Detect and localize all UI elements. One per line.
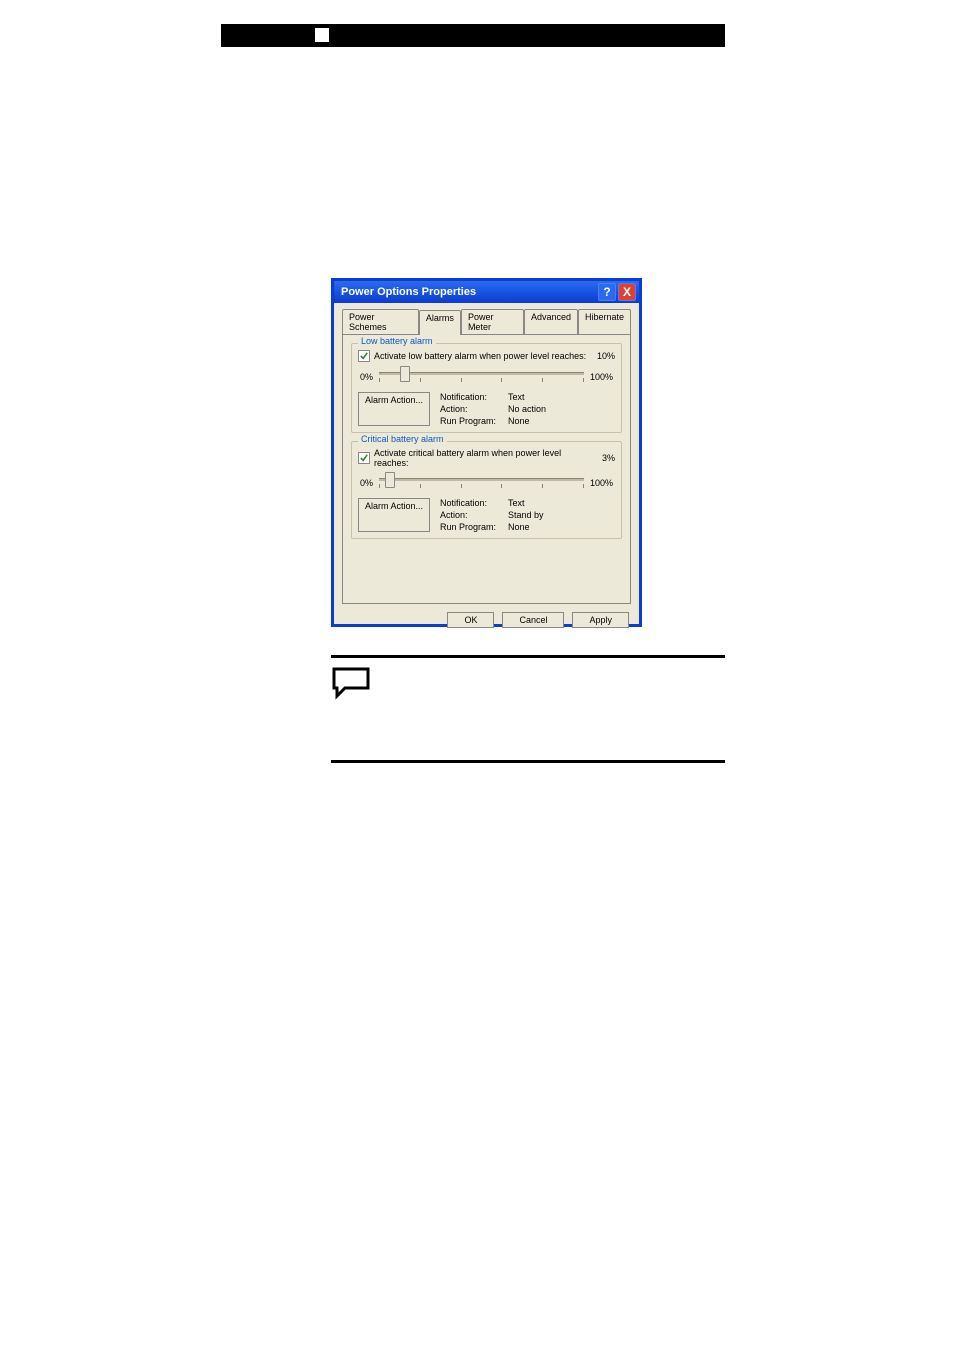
low-slider-max: 100%	[590, 372, 613, 382]
tab-advanced[interactable]: Advanced	[524, 309, 578, 334]
crit-action-value: Stand by	[508, 510, 544, 520]
tab-body: Low battery alarm Activate low battery a…	[342, 334, 631, 604]
low-action-label: Action:	[440, 404, 500, 414]
critical-battery-checkbox-label: Activate critical battery alarm when pow…	[374, 448, 598, 468]
low-action-value: No action	[508, 404, 546, 414]
tab-power-meter[interactable]: Power Meter	[461, 309, 524, 334]
crit-run-value: None	[508, 522, 544, 532]
note-divider-bottom	[331, 760, 725, 763]
low-battery-percent: 10%	[597, 351, 615, 361]
crit-run-label: Run Program:	[440, 522, 500, 532]
critical-battery-checkbox[interactable]	[358, 452, 370, 464]
low-battery-slider[interactable]	[379, 368, 584, 386]
crit-action-label: Action:	[440, 510, 500, 520]
apply-button[interactable]: Apply	[572, 612, 629, 628]
low-slider-min: 0%	[360, 372, 373, 382]
low-notif-label: Notification:	[440, 392, 500, 402]
crit-slider-max: 100%	[590, 478, 613, 488]
speech-bubble-icon	[331, 666, 371, 705]
critical-battery-fieldset: Critical battery alarm Activate critical…	[351, 441, 622, 539]
tab-power-schemes[interactable]: Power Schemes	[342, 309, 419, 334]
tab-strip: Power Schemes Alarms Power Meter Advance…	[342, 309, 631, 334]
critical-battery-slider[interactable]	[379, 474, 584, 492]
note-divider-top	[331, 655, 725, 658]
tab-hibernate[interactable]: Hibernate	[578, 309, 631, 334]
crit-notif-label: Notification:	[440, 498, 500, 508]
critical-battery-legend: Critical battery alarm	[358, 434, 447, 444]
low-battery-fieldset: Low battery alarm Activate low battery a…	[351, 343, 622, 433]
low-run-value: None	[508, 416, 546, 426]
crit-slider-min: 0%	[360, 478, 373, 488]
crit-notif-value: Text	[508, 498, 544, 508]
critical-battery-percent: 3%	[602, 453, 615, 463]
low-notif-value: Text	[508, 392, 546, 402]
close-button[interactable]: X	[618, 283, 636, 301]
titlebar[interactable]: Power Options Properties ? X	[334, 281, 639, 303]
low-battery-checkbox[interactable]	[358, 350, 370, 362]
power-options-dialog: Power Options Properties ? X Power Schem…	[331, 278, 642, 627]
page-header-bar	[221, 24, 725, 47]
ok-button[interactable]: OK	[447, 612, 494, 628]
low-battery-legend: Low battery alarm	[358, 336, 436, 346]
help-button[interactable]: ?	[598, 283, 616, 301]
low-alarm-action-button[interactable]: Alarm Action...	[358, 392, 430, 426]
low-run-label: Run Program:	[440, 416, 500, 426]
tab-alarms[interactable]: Alarms	[419, 310, 461, 335]
page-header-square	[315, 28, 329, 42]
dialog-title: Power Options Properties	[337, 286, 476, 298]
cancel-button[interactable]: Cancel	[502, 612, 564, 628]
critical-alarm-action-button[interactable]: Alarm Action...	[358, 498, 430, 532]
low-battery-checkbox-label: Activate low battery alarm when power le…	[374, 351, 593, 361]
